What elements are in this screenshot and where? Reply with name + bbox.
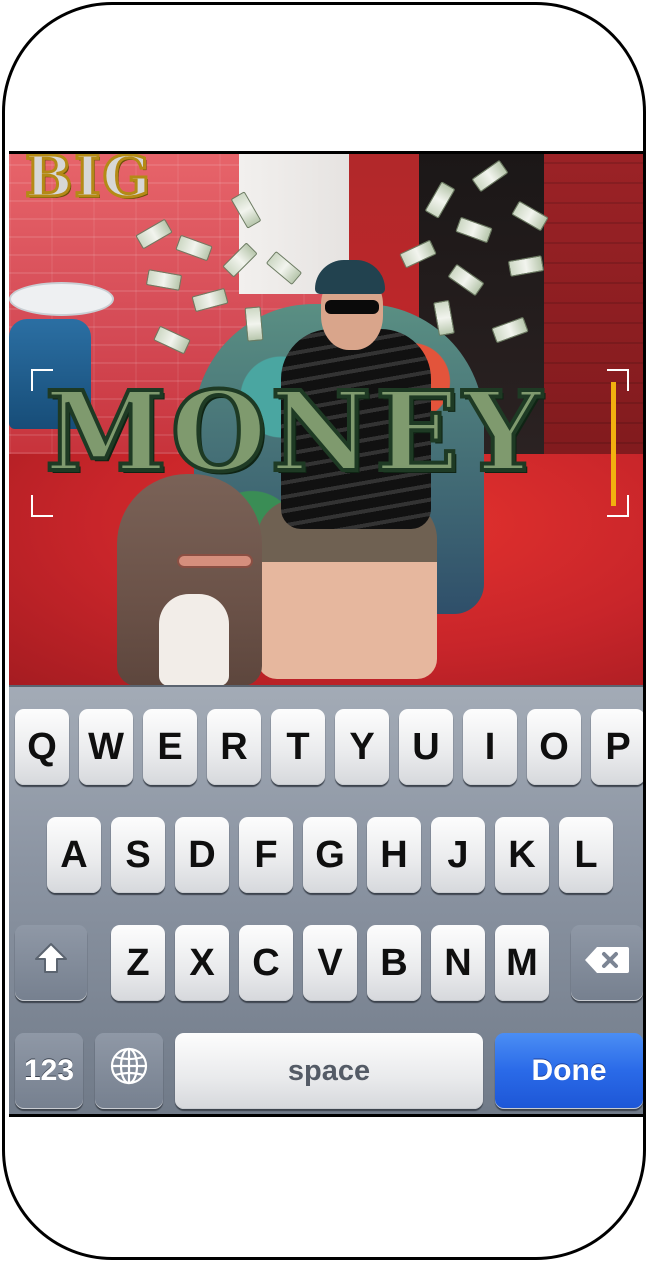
big-text-sticker[interactable]: BIG: [23, 154, 152, 212]
selection-corner-handle[interactable]: [31, 369, 53, 391]
key-y[interactable]: Y: [335, 709, 389, 785]
backspace-icon: [583, 942, 631, 985]
key-j[interactable]: J: [431, 817, 485, 893]
person-sunglasses: [325, 300, 379, 314]
app-screen: BIG MONEY Q W E R T Y U I O P A S D F G …: [9, 151, 643, 1117]
text-cursor: [611, 382, 616, 506]
key-x[interactable]: X: [175, 925, 229, 1001]
selection-corner-handle[interactable]: [31, 495, 53, 517]
key-q[interactable]: Q: [15, 709, 69, 785]
text-selection-frame[interactable]: [31, 369, 629, 517]
shift-icon: [33, 941, 69, 985]
space-key[interactable]: space: [175, 1033, 483, 1109]
photo-canvas[interactable]: BIG MONEY: [9, 154, 643, 685]
key-i[interactable]: I: [463, 709, 517, 785]
globe-key[interactable]: [95, 1033, 163, 1109]
delete-key[interactable]: [571, 925, 643, 1001]
key-s[interactable]: S: [111, 817, 165, 893]
key-r[interactable]: R: [207, 709, 261, 785]
key-c[interactable]: C: [239, 925, 293, 1001]
key-k[interactable]: K: [495, 817, 549, 893]
key-z[interactable]: Z: [111, 925, 165, 1001]
key-m[interactable]: M: [495, 925, 549, 1001]
globe-icon: [109, 1046, 149, 1096]
dog-chest: [159, 594, 229, 685]
key-l[interactable]: L: [559, 817, 613, 893]
key-n[interactable]: N: [431, 925, 485, 1001]
key-p[interactable]: P: [591, 709, 643, 785]
key-t[interactable]: T: [271, 709, 325, 785]
key-h[interactable]: H: [367, 817, 421, 893]
key-f[interactable]: F: [239, 817, 293, 893]
key-b[interactable]: B: [367, 925, 421, 1001]
key-w[interactable]: W: [79, 709, 133, 785]
money-bill-sticker[interactable]: [244, 306, 264, 342]
device-frame: BIG MONEY Q W E R T Y U I O P A S D F G …: [2, 2, 646, 1260]
person-cap: [315, 260, 385, 294]
key-g[interactable]: G: [303, 817, 357, 893]
key-d[interactable]: D: [175, 817, 229, 893]
key-e[interactable]: E: [143, 709, 197, 785]
dog-collar: [177, 554, 253, 568]
key-a[interactable]: A: [47, 817, 101, 893]
key-v[interactable]: V: [303, 925, 357, 1001]
key-u[interactable]: U: [399, 709, 453, 785]
white-table: [9, 282, 114, 316]
numbers-key[interactable]: 123: [15, 1033, 83, 1109]
shift-key[interactable]: [15, 925, 87, 1001]
key-o[interactable]: O: [527, 709, 581, 785]
onscreen-keyboard: Q W E R T Y U I O P A S D F G H J K L Z …: [9, 685, 643, 1114]
done-button[interactable]: Done: [495, 1033, 643, 1109]
